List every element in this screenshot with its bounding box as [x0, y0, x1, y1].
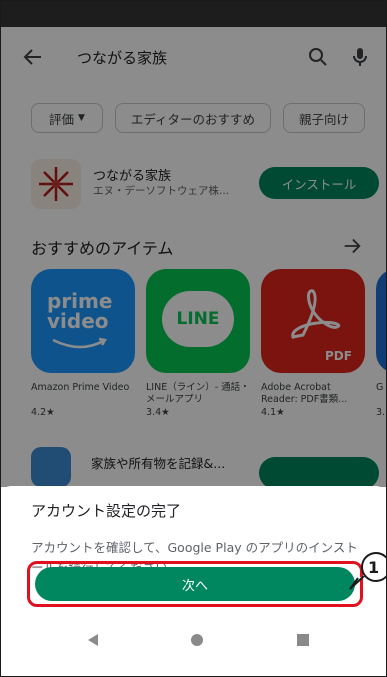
phone-screen: つながる家族 評価 ▼ エディターのおすすめ 親子向け つながる家族 エヌ・デー… — [0, 0, 387, 677]
status-bar — [1, 1, 386, 27]
sheet-title: アカウント設定の完了 — [31, 502, 182, 520]
modal-scrim[interactable] — [1, 27, 386, 487]
nav-back-icon[interactable] — [87, 634, 99, 646]
highlight-box: 次へ — [27, 561, 363, 607]
next-button[interactable]: 次へ — [35, 567, 355, 601]
android-nav-bar — [1, 620, 386, 664]
callout-tail — [349, 576, 365, 590]
nav-home-icon[interactable] — [191, 634, 203, 646]
account-setup-sheet: アカウント設定の完了 アカウントを確認して、Google Play のアプリのイ… — [1, 486, 386, 676]
step-number-callout: 1 — [361, 552, 386, 582]
nav-recent-apps-icon[interactable] — [297, 634, 309, 646]
